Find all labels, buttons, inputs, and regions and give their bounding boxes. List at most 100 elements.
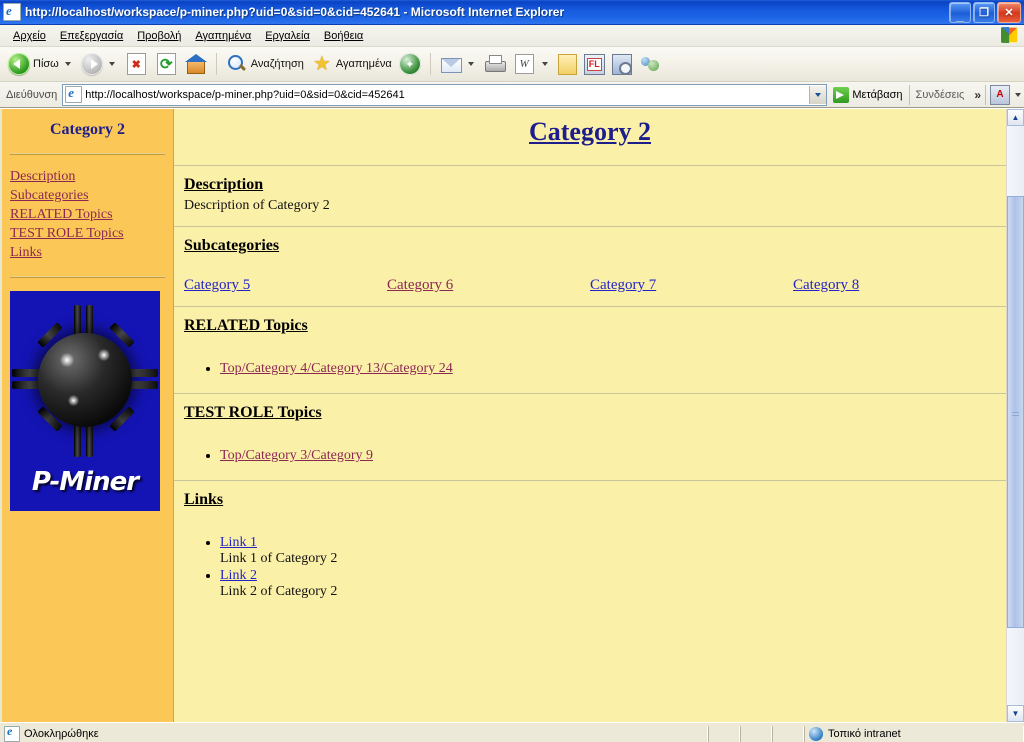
test-role-topics-heading: TEST ROLE Topics — [184, 404, 322, 421]
research-button[interactable] — [609, 49, 635, 79]
address-input[interactable]: http://localhost/workspace/p-miner.php?u… — [62, 83, 828, 106]
browser-viewport: Category 2 Description Subcategories REL… — [0, 108, 1024, 722]
status-message-cell: Ολοκληρώθηκε — [0, 724, 708, 742]
window-title-bar[interactable]: http://localhost/workspace/p-miner.php?u… — [0, 0, 1024, 25]
close-icon: ✕ — [1004, 7, 1014, 19]
back-button[interactable]: Πίσω — [5, 49, 77, 79]
forward-history-chevron-down-icon[interactable] — [108, 62, 115, 66]
sidebar-item-subcategories[interactable]: Subcategories — [10, 187, 165, 205]
minimize-button[interactable]: _ — [949, 2, 971, 23]
subcategory-link-category-8[interactable]: Category 8 — [793, 277, 996, 294]
external-link-1[interactable]: Link 1 — [220, 535, 257, 550]
section-links: Links Link 1 Link 1 of Category 2 Link 2… — [174, 480, 1006, 616]
related-topic-link[interactable]: Top/Category 4/Category 13/Category 24 — [220, 361, 453, 376]
pdf-toolbar-icon[interactable] — [990, 84, 1010, 105]
search-button-label: Αναζήτηση — [250, 58, 304, 70]
security-zone-cell[interactable]: Τοπικό intranet — [804, 726, 1024, 742]
window-controls: _ ❐ ✕ — [949, 2, 1021, 23]
print-button[interactable] — [481, 49, 509, 79]
subcategory-link-category-5[interactable]: Category 5 — [184, 277, 387, 294]
star-icon — [311, 53, 333, 75]
status-message: Ολοκληρώθηκε — [24, 728, 99, 740]
links-heading: Links — [184, 491, 224, 508]
go-button[interactable]: Μετάβαση — [827, 84, 908, 106]
subcategories-heading: Subcategories — [184, 237, 280, 254]
vertical-scrollbar[interactable]: ▲ ▼ — [1006, 109, 1024, 722]
menu-bar: Αρχείο Επεξεργασία Προβολή Αγαπημένα Εργ… — [0, 25, 1024, 47]
close-button[interactable]: ✕ — [997, 2, 1021, 23]
home-icon — [184, 53, 207, 75]
external-link-2[interactable]: Link 2 — [220, 568, 257, 583]
forward-button[interactable] — [78, 49, 121, 79]
home-button[interactable] — [182, 49, 210, 79]
favorites-button[interactable]: Αγαπημένα — [308, 49, 395, 79]
p-miner-logo-text: P-Miner — [31, 467, 139, 497]
mail-chevron-down-icon[interactable] — [467, 62, 474, 66]
toolbar-overflow-chevron-icon[interactable]: » — [970, 88, 985, 102]
refresh-button[interactable] — [152, 49, 181, 79]
menu-item-tools[interactable]: Εργαλεία — [258, 28, 317, 44]
page-title: Category 2 — [528, 117, 651, 146]
back-history-chevron-down-icon[interactable] — [64, 62, 71, 66]
list-item: Link 1 Link 1 of Category 2 — [220, 535, 996, 567]
page-status-icon — [4, 724, 20, 742]
edit-button[interactable] — [510, 49, 554, 79]
back-button-label: Πίσω — [33, 58, 59, 70]
messenger-icon — [639, 53, 661, 75]
stop-button[interactable] — [122, 49, 151, 79]
subcategory-link-category-6[interactable]: Category 6 — [387, 277, 590, 294]
scroll-down-button[interactable]: ▼ — [1007, 705, 1024, 722]
notes-button[interactable] — [555, 49, 580, 79]
flash-icon — [583, 53, 605, 75]
list-item: Link 2 Link 2 of Category 2 — [220, 568, 996, 600]
status-pad-cell — [708, 726, 740, 742]
menu-item-help[interactable]: Βοήθεια — [317, 28, 370, 44]
address-dropdown-button[interactable] — [809, 85, 827, 104]
mine-highlight — [60, 353, 74, 367]
messenger-button[interactable] — [636, 49, 664, 79]
related-topics-list: Top/Category 4/Category 13/Category 24 — [184, 361, 996, 377]
edit-chevron-down-icon[interactable] — [541, 62, 548, 66]
status-pad-cell — [772, 726, 804, 742]
go-arrow-icon — [833, 86, 850, 103]
back-arrow-icon — [8, 53, 30, 75]
page-content: Category 2 Description Description of Ca… — [174, 109, 1006, 722]
page-header: Category 2 — [174, 109, 1006, 165]
list-item: Top/Category 3/Category 9 — [220, 448, 996, 464]
description-text: Description of Category 2 — [184, 198, 330, 213]
restore-button[interactable]: ❐ — [973, 2, 995, 23]
page-sidebar: Category 2 Description Subcategories REL… — [2, 109, 174, 722]
subcategory-link-category-7[interactable]: Category 7 — [590, 277, 793, 294]
sidebar-item-links[interactable]: Links — [10, 244, 165, 262]
flash-button[interactable] — [581, 49, 608, 79]
favorites-button-label: Αγαπημένα — [335, 58, 392, 70]
mail-button[interactable] — [437, 49, 480, 79]
windows-flag-icon — [1001, 27, 1018, 43]
links-toolbar-button[interactable]: Συνδέσεις — [910, 89, 971, 101]
scrollbar-grip-icon — [1012, 412, 1019, 418]
menu-item-view[interactable]: Προβολή — [130, 28, 188, 44]
scrollbar-thumb[interactable] — [1007, 196, 1024, 628]
sidebar-category-title: Category 2 — [49, 121, 126, 138]
sidebar-item-related-topics[interactable]: RELATED Topics — [10, 206, 165, 224]
sidebar-divider — [10, 153, 165, 154]
scroll-up-button[interactable]: ▲ — [1007, 109, 1024, 126]
menu-item-edit-label: Επεξεργασία — [59, 29, 124, 42]
section-related-topics: RELATED Topics Top/Category 4/Category 1… — [174, 306, 1006, 393]
sidebar-item-description[interactable]: Description — [10, 168, 165, 186]
menu-item-favorites[interactable]: Αγαπημένα — [188, 28, 258, 44]
sidebar-item-test-role-topics[interactable]: TEST ROLE Topics — [10, 225, 165, 243]
media-button[interactable] — [396, 49, 424, 79]
research-icon — [611, 53, 632, 75]
search-icon — [226, 53, 248, 75]
subcategories-list: Category 5 Category 6 Category 7 Categor… — [184, 277, 996, 294]
menu-item-help-label: Βοήθεια — [323, 29, 364, 42]
scrollbar-track[interactable] — [1007, 126, 1024, 705]
pdf-chevron-down-icon[interactable] — [1015, 92, 1021, 97]
menu-item-edit[interactable]: Επεξεργασία — [53, 28, 130, 44]
test-role-topic-link[interactable]: Top/Category 3/Category 9 — [220, 448, 373, 463]
menu-item-file-label: Αρχείο — [13, 29, 46, 42]
menu-item-file[interactable]: Αρχείο — [6, 28, 53, 44]
search-button[interactable]: Αναζήτηση — [223, 49, 307, 79]
mine-highlight — [98, 349, 110, 361]
